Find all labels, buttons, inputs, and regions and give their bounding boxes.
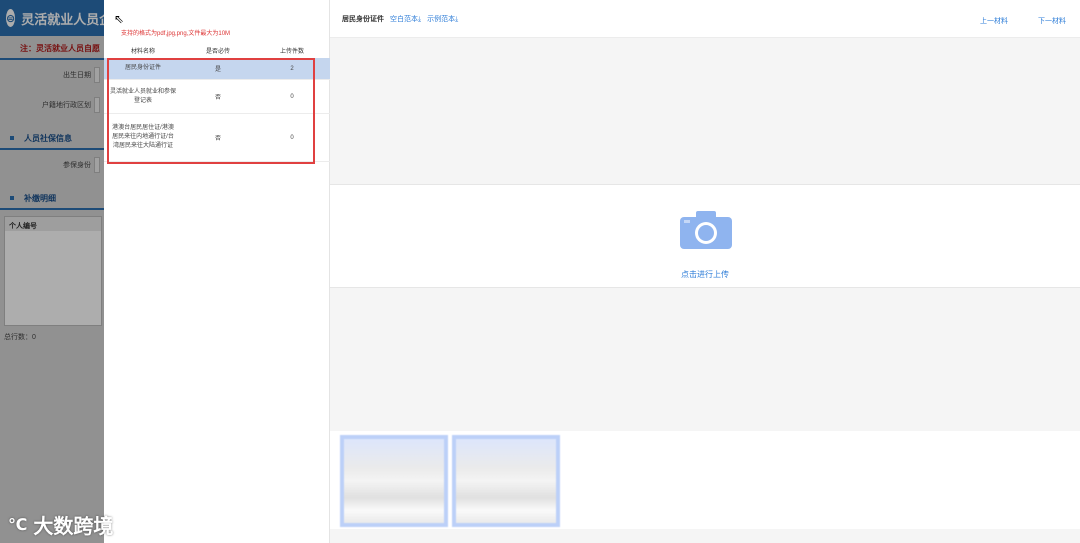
column-required: 是否必传 [205, 48, 230, 55]
prev-material-link[interactable]: 上一材料 [980, 16, 1008, 26]
bottom-strip [330, 529, 1080, 543]
preview-panel: 居民身份证件 空白范本⤓ 示例范本⤓ 上一材料 下一材料 点击进行上传 [330, 0, 1080, 543]
modal-overlay [0, 0, 106, 543]
material-count: 2 [290, 65, 294, 72]
material-count: 0 [290, 134, 294, 141]
material-row[interactable]: 居民身份证件 是 2 [104, 58, 330, 80]
format-hint: 支持的格式为pdf,jpg,png,文件最大为10M [121, 31, 231, 37]
material-required: 是 [214, 67, 221, 73]
watermark-text: 大数跨境 [33, 516, 114, 538]
material-required: 否 [214, 95, 221, 101]
column-material-name: 材料名称 [130, 48, 155, 55]
next-material-link[interactable]: 下一材料 [1038, 16, 1066, 26]
current-material-title: 居民身份证件 [342, 15, 384, 23]
material-nav: 上一材料 下一材料 [980, 16, 1066, 26]
background-page: ⊜ 灵活就业人员企 注：灵活就业人员自愿 出生日期 户籍地行政区划 人员社保信息… [0, 0, 106, 543]
uploaded-file-thumbnail[interactable] [452, 435, 560, 527]
material-name: 港澳台居民居住证/港澳居民来往内地通行证/台湾居民来往大陆通行证 [112, 125, 174, 149]
material-row[interactable]: 港澳台居民居住证/港澳居民来往内地通行证/台湾居民来往大陆通行证 否 0 [104, 114, 330, 162]
material-count: 0 [290, 93, 294, 100]
mouse-cursor-icon: ⇖ [114, 12, 125, 26]
blank-template-link[interactable]: 空白范本⤓ [390, 14, 421, 24]
preview-toolbar: 居民身份证件 空白范本⤓ 示例范本⤓ 上一材料 下一材料 [330, 0, 1080, 38]
materials-header: 材料名称 是否必传 上传件数 [104, 42, 330, 58]
watermark-logo-icon: ℃ [8, 516, 28, 534]
uploaded-files [330, 431, 1080, 529]
watermark: ℃ 大数跨境 [8, 510, 113, 539]
upload-label: 点击进行上传 [681, 270, 729, 279]
material-name: 灵活就业人员就业和参保登记表 [110, 88, 177, 104]
preview-area: 点击进行上传 [330, 38, 1080, 431]
uploaded-file-thumbnail[interactable] [340, 435, 448, 527]
material-name: 居民身份证件 [124, 65, 161, 71]
materials-list: 居民身份证件 是 2 灵活就业人员就业和参保登记表 否 0 港澳台居民居住证/港… [104, 58, 330, 162]
material-row[interactable]: 灵活就业人员就业和参保登记表 否 0 [104, 80, 330, 114]
material-required: 否 [214, 136, 221, 142]
materials-panel: ⇖ 支持的格式为pdf,jpg,png,文件最大为10M 材料名称 是否必传 上… [104, 0, 330, 543]
upload-dropzone[interactable]: 点击进行上传 [330, 184, 1080, 288]
sample-template-link[interactable]: 示例范本⤓ [427, 14, 458, 24]
camera-icon [680, 211, 732, 249]
upload-modal: ⇖ 支持的格式为pdf,jpg,png,文件最大为10M 材料名称 是否必传 上… [104, 0, 1080, 543]
column-upload-count: 上传件数 [279, 48, 304, 55]
